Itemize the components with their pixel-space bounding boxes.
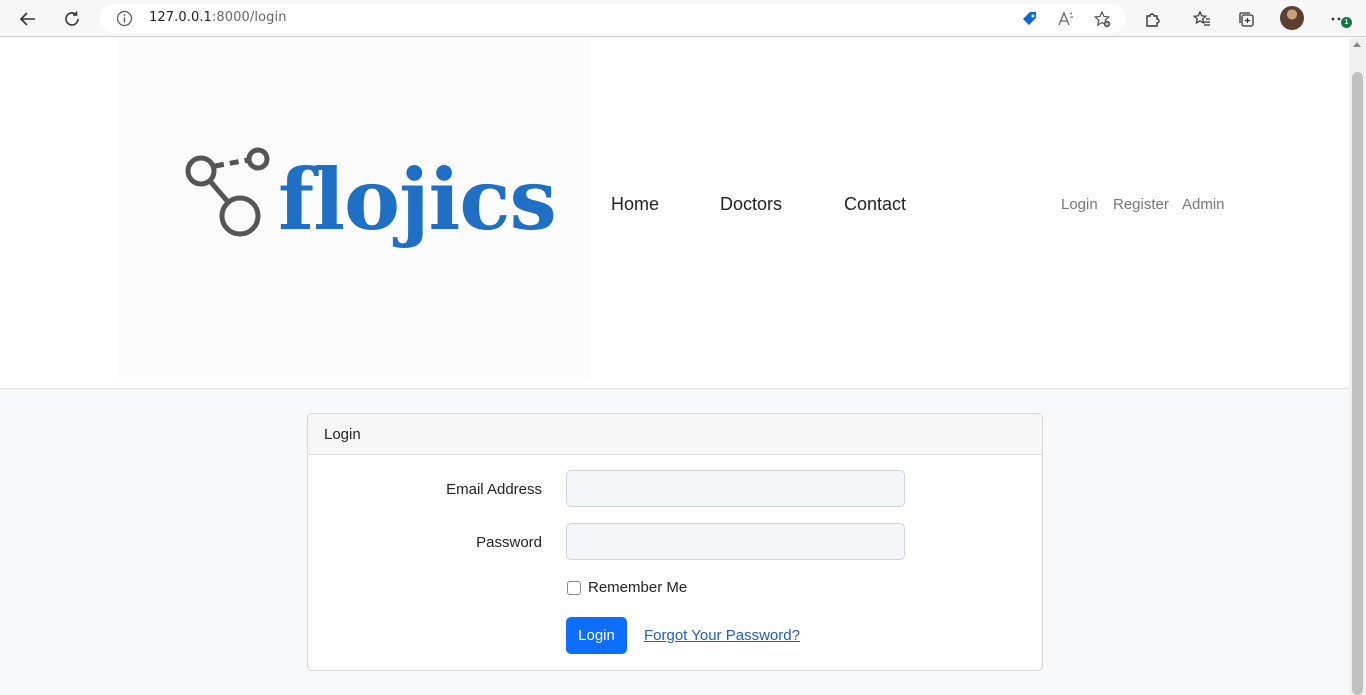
nav-login[interactable]: Login — [1061, 196, 1098, 213]
site-logo[interactable]: flojics — [118, 38, 590, 380]
favorites-button[interactable] — [1189, 6, 1215, 32]
scroll-thumb[interactable] — [1352, 72, 1363, 695]
read-aloud-icon — [1058, 11, 1073, 26]
nav-home[interactable]: Home — [611, 194, 659, 215]
refresh-button[interactable] — [59, 6, 85, 32]
browser-toolbar: 127.0.0.1:8000/login 1 — [0, 0, 1366, 37]
favorite-add-icon — [1093, 10, 1111, 28]
remember-me-checkbox[interactable] — [567, 581, 581, 595]
info-icon — [116, 10, 133, 27]
address-bar[interactable]: 127.0.0.1:8000/login — [100, 4, 1126, 33]
nav-admin[interactable]: Admin — [1182, 196, 1225, 213]
url-path: :8000/login — [211, 10, 287, 25]
card-header: Login — [308, 414, 1042, 455]
password-label: Password — [476, 534, 542, 551]
logo-text: flojics — [278, 150, 557, 249]
password-field[interactable] — [566, 523, 905, 560]
site-header: flojics Home Doctors Contact Login Regis… — [0, 38, 1349, 389]
collections-icon — [1239, 12, 1254, 27]
back-arrow-icon — [19, 12, 35, 26]
refresh-icon — [65, 11, 79, 26]
url-text: 127.0.0.1:8000/login — [149, 10, 287, 25]
remember-me-label[interactable]: Remember Me — [588, 579, 687, 596]
tag-icon — [1023, 12, 1036, 25]
favorites-icon — [1193, 10, 1210, 26]
extensions-button[interactable] — [1140, 6, 1166, 32]
url-host: 127.0.0.1 — [149, 10, 212, 25]
profile-avatar[interactable] — [1280, 6, 1304, 30]
collections-button[interactable] — [1233, 6, 1259, 32]
email-label: Email Address — [446, 481, 542, 498]
nav-doctors[interactable]: Doctors — [720, 194, 782, 215]
forgot-password-link[interactable]: Forgot Your Password? — [644, 627, 800, 644]
login-button[interactable]: Login — [566, 617, 627, 654]
login-card: Login Email Address Password Remember Me… — [307, 413, 1043, 671]
nav-contact[interactable]: Contact — [844, 194, 906, 215]
shopping-tag-button[interactable] — [1020, 9, 1040, 29]
back-button[interactable] — [15, 6, 41, 32]
email-field[interactable] — [566, 470, 905, 507]
extensions-icon — [1146, 13, 1160, 27]
nav-register[interactable]: Register — [1113, 196, 1169, 213]
read-aloud-button[interactable] — [1056, 9, 1076, 29]
add-favorite-button[interactable] — [1092, 9, 1112, 29]
scroll-up-arrow-icon[interactable] — [1353, 42, 1361, 47]
molecule-logo-icon — [185, 147, 270, 237]
notification-badge: 1 — [1341, 17, 1352, 28]
page-scrollbar[interactable] — [1349, 38, 1366, 695]
